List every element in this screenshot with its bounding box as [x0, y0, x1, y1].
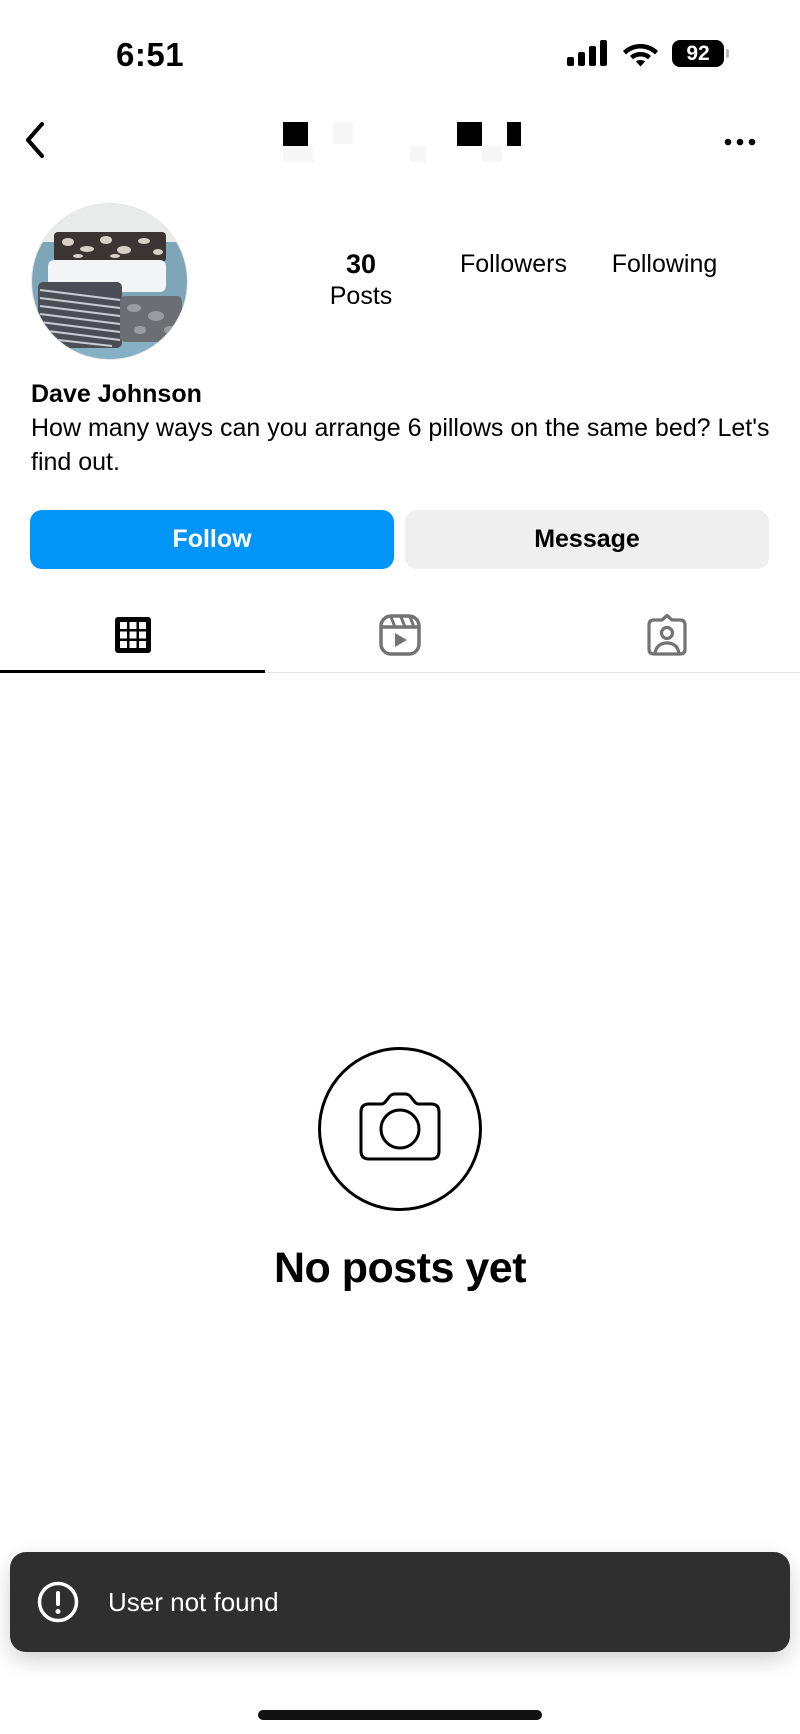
posts-label: Posts: [329, 282, 393, 310]
battery-tip: [726, 49, 729, 58]
profile-bio: How many ways can you arrange 6 pillows …: [31, 414, 770, 476]
more-options-button[interactable]: [718, 128, 762, 156]
tagged-user-icon: [647, 614, 687, 656]
redaction-block: [482, 146, 502, 162]
stat-following[interactable]: Following: [597, 248, 732, 280]
tab-tagged[interactable]: [534, 597, 800, 673]
profile-name: Dave Johnson: [31, 380, 202, 408]
redaction-block: [457, 122, 482, 146]
profile-avatar[interactable]: [31, 203, 188, 360]
grid-icon: [115, 617, 151, 653]
message-button[interactable]: Message: [405, 510, 769, 569]
back-button[interactable]: [20, 118, 52, 162]
status-time: 6:51: [116, 36, 185, 73]
redaction-block: [283, 146, 313, 162]
tab-reels[interactable]: [266, 597, 534, 673]
username-title: [280, 118, 530, 162]
redaction-block: [283, 122, 308, 146]
redaction-block: [507, 122, 521, 146]
active-tab-indicator: [0, 670, 265, 673]
redaction-block: [410, 146, 426, 162]
toast-notification: User not found: [10, 1552, 790, 1652]
battery-indicator: 92: [672, 40, 730, 67]
avatar-image: [32, 204, 187, 359]
reels-icon: [379, 614, 421, 656]
stat-followers[interactable]: Followers: [446, 248, 581, 280]
tab-posts[interactable]: [0, 597, 266, 673]
toast-message: User not found: [108, 1587, 279, 1617]
battery-level: 92: [672, 40, 724, 67]
wifi-icon: [623, 44, 658, 67]
alert-circle-icon: [37, 1581, 79, 1623]
redaction-block: [333, 122, 353, 144]
stat-posts: 30 Posts: [318, 248, 404, 312]
posts-count: 30: [345, 249, 377, 279]
empty-state-circle: [318, 1047, 482, 1211]
camera-icon: [359, 1092, 441, 1161]
following-label[interactable]: Following: [597, 248, 732, 280]
follow-button[interactable]: Follow: [30, 510, 394, 569]
home-indicator[interactable]: [258, 1710, 542, 1720]
empty-state-title: No posts yet: [273, 1244, 527, 1292]
cellular-signal-icon: [567, 40, 607, 66]
followers-label[interactable]: Followers: [446, 248, 581, 280]
